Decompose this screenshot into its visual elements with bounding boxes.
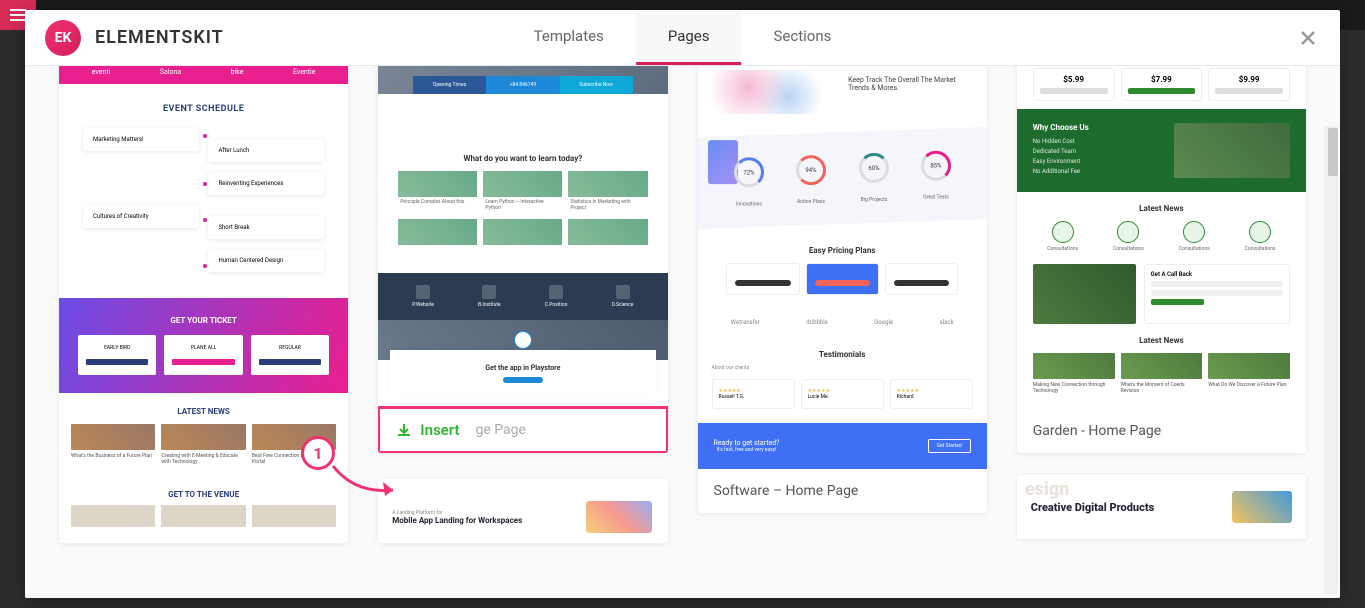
template-grid: eventi Salona bike Eventie EVENT SCHEDUL…: [49, 66, 1316, 543]
template-thumbnail: A Landing Platform for Mobile App Landin…: [378, 479, 667, 543]
tab-bar: Templates Pages Sections: [502, 10, 864, 65]
template-thumbnail: Opening Times +84 846749 Subscribe Now W…: [378, 66, 667, 407]
template-card-software[interactable]: Keep Track The Overall The Market Trends…: [698, 66, 987, 513]
insert-label: Insert: [420, 421, 459, 439]
template-thumbnail: $5.99 $7.99 $9.99 Why Choose Us No Hidde…: [1017, 66, 1306, 409]
scrollbar-track[interactable]: [1324, 126, 1338, 594]
tab-sections[interactable]: Sections: [741, 10, 863, 65]
annotation-badge: 1: [301, 436, 335, 470]
tab-templates[interactable]: Templates: [502, 10, 636, 65]
scrollbar-thumb[interactable]: [1328, 128, 1338, 176]
template-card-education[interactable]: Opening Times +84 846749 Subscribe Now W…: [378, 66, 667, 453]
template-label: Software – Home Page: [698, 469, 987, 513]
download-icon: [396, 422, 412, 438]
template-thumbnail: eventi Salona bike Eventie EVENT SCHEDUL…: [59, 66, 348, 537]
template-library-modal: EK ELEMENTSKIT Templates Pages Sections …: [25, 10, 1340, 598]
insert-button-row[interactable]: Insert ge Page: [378, 406, 667, 453]
close-icon: [1300, 30, 1316, 46]
brand-title: ELEMENTSKIT: [95, 27, 224, 48]
close-button[interactable]: [1296, 26, 1320, 50]
brand-logo: EK: [45, 20, 81, 56]
tab-pages[interactable]: Pages: [636, 10, 742, 65]
modal-header: EK ELEMENTSKIT Templates Pages Sections: [25, 10, 1340, 66]
template-label: Garden - Home Page: [1017, 409, 1306, 453]
modal-body[interactable]: eventi Salona bike Eventie EVENT SCHEDUL…: [25, 66, 1340, 598]
template-partial-label: ge Page: [476, 422, 526, 438]
template-thumbnail: Creative Digital Products: [1017, 475, 1306, 539]
template-card-garden[interactable]: $5.99 $7.99 $9.99 Why Choose Us No Hidde…: [1017, 66, 1306, 453]
template-card-mobile-app[interactable]: A Landing Platform for Mobile App Landin…: [378, 479, 667, 543]
template-card-event[interactable]: eventi Salona bike Eventie EVENT SCHEDUL…: [59, 66, 348, 543]
template-thumbnail: Keep Track The Overall The Market Trends…: [698, 66, 987, 469]
template-card-creative[interactable]: Creative Digital Products: [1017, 475, 1306, 539]
